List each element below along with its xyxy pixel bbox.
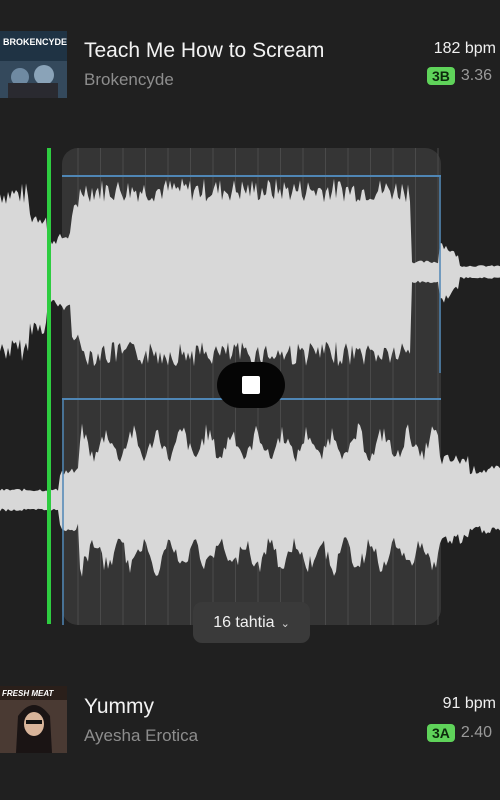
track-artist: Brokencyde: [84, 70, 174, 89]
track-title: Teach Me How to Scream: [84, 39, 325, 62]
chevron-down-icon: ⌄: [280, 618, 290, 630]
album-artwork: FRESH MEAT: [0, 686, 67, 753]
key-badge: 3B: [427, 67, 455, 85]
stop-icon: [242, 376, 260, 394]
track-row-next[interactable]: FRESH MEAT Yummy Ayesha Erotica 91 bpm 3…: [0, 670, 500, 770]
track-duration: 3.36: [460, 67, 493, 84]
track-artist: Ayesha Erotica: [84, 726, 199, 745]
artwork-logo-text: FRESH MEAT: [2, 689, 55, 698]
track-bpm: 91 bpm: [442, 695, 496, 712]
track-duration: 2.40: [460, 724, 493, 741]
key-badge: 3A: [427, 724, 455, 742]
loop-length-label: 16 tahtia: [213, 614, 275, 631]
artwork-logo-text: BROKENCYDE: [3, 37, 67, 47]
track-bpm: 182 bpm: [433, 40, 496, 57]
track-key-row: 3A 2.40: [427, 724, 492, 746]
stop-button[interactable]: [217, 362, 285, 408]
track-row-current[interactable]: BROKENCYDE Teach Me How to Scream Broken…: [0, 0, 500, 100]
loop-length-select[interactable]: 16 tahtia ⌄: [193, 602, 310, 643]
track-title: Yummy: [84, 695, 155, 718]
track-key-row: 3B 3.36: [427, 67, 492, 89]
playhead: [47, 148, 51, 624]
album-artwork: BROKENCYDE: [0, 31, 67, 98]
